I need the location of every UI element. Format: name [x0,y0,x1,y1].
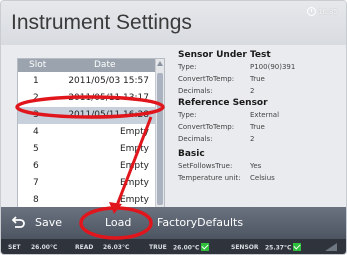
slot-date: Empty [119,161,149,171]
status-bar: SET 26.00°C READ 26.03°C TRUE 26.00°C SE… [1,239,346,254]
list-item[interactable]: 1 2011/05/03 15:57 [18,73,156,90]
detail-row: Temperature unit: Celsius [178,174,343,185]
sensor-value: 25.37°C [265,244,292,252]
clock: 16:35 [306,7,338,16]
scroll-up-icon[interactable] [157,61,163,66]
clock-icon [306,7,316,16]
detail-label: Decimals: [178,87,213,95]
set-value: 26.00°C [31,244,58,251]
detail-value: True [250,75,265,83]
detail-label: Decimals: [178,135,213,143]
column-header-date: Date [94,60,116,70]
slot-number: 2 [33,93,39,103]
slot-number: 5 [33,144,39,154]
save-button[interactable]: Save [35,216,62,229]
back-arrow-icon[interactable] [12,216,25,228]
sensor-value-group: 25.37°C [265,243,302,252]
detail-row: Decimals: 2 [178,135,343,146]
check-icon [293,243,302,251]
slot-date: Empty [119,178,149,188]
bottom-toolbar: Save Load FactoryDefaults [1,207,346,239]
detail-label: Type: [178,63,197,71]
column-header-slot: Slot [29,60,47,70]
true-value-group: 26.00°C [173,243,210,252]
sensor-label: SENSOR [231,244,259,251]
detail-label: ConvertToTemp: [178,123,235,131]
true-value: 26.00°C [173,244,200,252]
detail-label: Temperature unit: [178,174,241,182]
slot-list-header: Slot Date [18,59,156,72]
slot-date: 2011/05/03 15:57 [68,76,149,86]
detail-value: P100(90)391 [250,63,296,71]
list-item[interactable]: 4 Empty [18,124,156,141]
check-icon [201,243,210,251]
slot-date: Empty [119,127,149,137]
detail-row: ConvertToTemp: True [178,123,343,134]
list-item[interactable]: 7 Empty [18,175,156,192]
list-item[interactable]: 6 Empty [18,158,156,175]
scroll-thumb[interactable] [157,73,163,205]
detail-label: ConvertToTemp: [178,75,235,83]
settings-details-panel: Sensor Under Test Type: P100(90)391 Conv… [178,50,343,220]
detail-value: True [250,123,265,131]
slot-date: 2011/05/11 13:17 [68,93,149,103]
slot-date: Empty [119,144,149,154]
section-title-reference-sensor: Reference Sensor [178,98,268,108]
slot-number: 4 [33,127,39,137]
slot-number: 3 [33,110,39,120]
detail-row: ConvertToTemp: True [178,75,343,86]
instrument-settings-window: Instrument Settings 16:35 Slot Date 1 20… [0,0,347,255]
detail-row: SetFollowsTrue: Yes [178,162,343,173]
title-bar: Instrument Settings 16:35 [1,1,346,45]
list-item[interactable]: 2 2011/05/11 13:17 [18,90,156,107]
slot-list[interactable]: Slot Date 1 2011/05/03 15:57 2 2011/05/1… [17,58,165,219]
clock-time: 16:35 [317,7,338,16]
slot-date: 2011/05/11 16:28 [68,110,149,120]
detail-row: Decimals: 2 [178,87,343,98]
set-label: SET [8,244,21,251]
slot-number: 7 [33,178,39,188]
detail-row: Type: External [178,111,343,122]
page-title: Instrument Settings [11,11,192,34]
detail-label: SetFollowsTrue: [178,162,233,170]
detail-label: Type: [178,111,197,119]
read-value: 26.03°C [103,244,130,251]
section-title-sensor-under-test: Sensor Under Test [178,50,271,60]
slot-number: 1 [33,76,39,86]
factory-defaults-button[interactable]: FactoryDefaults [157,216,243,229]
signal-icon [325,243,337,251]
list-item-selected[interactable]: 3 2011/05/11 16:28 [18,107,156,124]
list-scrollbar[interactable] [155,59,164,218]
detail-value: Yes [250,162,262,170]
slot-number: 8 [33,195,39,205]
detail-value: External [250,111,280,119]
slot-number: 6 [33,161,39,171]
detail-value: 2 [250,87,255,95]
detail-row: Type: P100(90)391 [178,63,343,74]
true-label: TRUE [149,244,167,251]
section-title-basic: Basic [178,149,205,159]
list-item[interactable]: 5 Empty [18,141,156,158]
load-button[interactable]: Load [105,216,131,229]
read-label: READ [75,244,94,251]
slot-date: Empty [119,195,149,205]
detail-value: 2 [250,135,255,143]
detail-value: Celsius [250,174,275,182]
